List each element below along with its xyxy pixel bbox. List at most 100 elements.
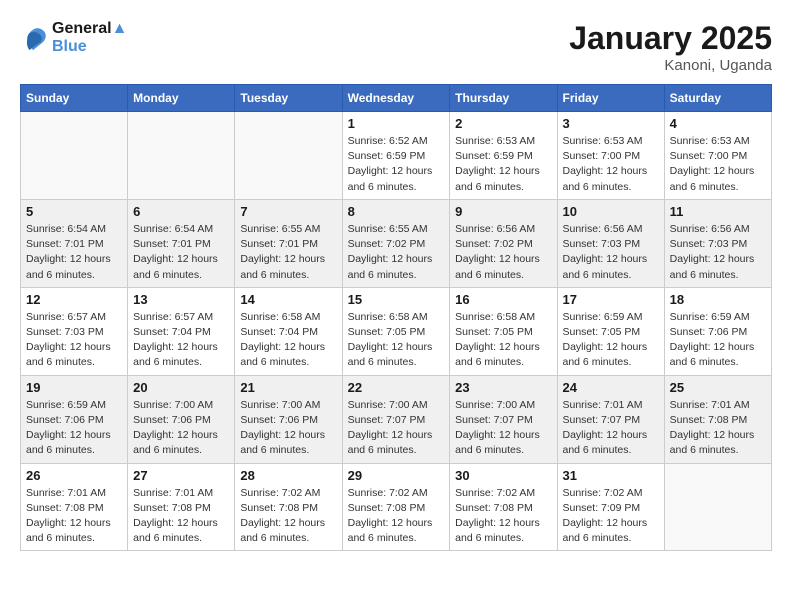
day-number: 26	[26, 468, 122, 483]
day-info: Sunrise: 6:58 AMSunset: 7:04 PMDaylight:…	[240, 310, 336, 371]
day-info: Sunrise: 6:58 AMSunset: 7:05 PMDaylight:…	[455, 310, 551, 371]
calendar-cell: 22Sunrise: 7:00 AMSunset: 7:07 PMDayligh…	[342, 375, 450, 463]
calendar-cell	[664, 463, 771, 551]
day-info: Sunrise: 6:56 AMSunset: 7:03 PMDaylight:…	[670, 222, 766, 283]
day-info: Sunrise: 7:00 AMSunset: 7:06 PMDaylight:…	[133, 398, 229, 459]
weekday-header: Wednesday	[342, 85, 450, 112]
title-block: January 2025 Kanoni, Uganda	[569, 20, 772, 74]
day-info: Sunrise: 7:01 AMSunset: 7:07 PMDaylight:…	[563, 398, 659, 459]
logo-text: General▲ Blue	[52, 20, 127, 56]
day-number: 21	[240, 380, 336, 395]
day-number: 15	[348, 292, 445, 307]
calendar-cell: 7 Sunrise: 6:55 AMSunset: 7:01 PMDaylight…	[235, 199, 342, 287]
calendar-cell: 10 Sunrise: 6:56 AMSunset: 7:03 PMDayligh…	[557, 199, 664, 287]
calendar-cell: 31Sunrise: 7:02 AMSunset: 7:09 PMDayligh…	[557, 463, 664, 551]
location: Kanoni, Uganda	[569, 57, 772, 74]
day-number: 4	[670, 116, 766, 131]
day-number: 18	[670, 292, 766, 307]
calendar-week-row: 26 Sunrise: 7:01 AMSunset: 7:08 PMDayligh…	[21, 463, 772, 551]
day-info: Sunrise: 6:59 AMSunset: 7:06 PMDaylight:…	[26, 398, 122, 459]
calendar-cell	[235, 112, 342, 200]
weekday-header-row: SundayMondayTuesdayWednesdayThursdayFrid…	[21, 85, 772, 112]
calendar-cell: 18 Sunrise: 6:59 AMSunset: 7:06 PMDayligh…	[664, 287, 771, 375]
day-info: Sunrise: 6:54 AMSunset: 7:01 PMDaylight:…	[26, 222, 122, 283]
calendar-cell: 20 Sunrise: 7:00 AMSunset: 7:06 PMDayligh…	[128, 375, 235, 463]
day-info: Sunrise: 6:55 AMSunset: 7:02 PMDaylight:…	[348, 222, 445, 283]
calendar-cell: 23Sunrise: 7:00 AMSunset: 7:07 PMDayligh…	[450, 375, 557, 463]
calendar-week-row: 5Sunrise: 6:54 AMSunset: 7:01 PMDaylight…	[21, 199, 772, 287]
calendar-cell: 12Sunrise: 6:57 AMSunset: 7:03 PMDayligh…	[21, 287, 128, 375]
calendar-cell: 27 Sunrise: 7:01 AMSunset: 7:08 PMDayligh…	[128, 463, 235, 551]
weekday-header: Tuesday	[235, 85, 342, 112]
day-info: Sunrise: 6:55 AMSunset: 7:01 PMDaylight:…	[240, 222, 336, 283]
calendar-week-row: 12Sunrise: 6:57 AMSunset: 7:03 PMDayligh…	[21, 287, 772, 375]
day-info: Sunrise: 7:02 AMSunset: 7:08 PMDaylight:…	[455, 486, 551, 547]
logo: General▲ Blue	[20, 20, 127, 56]
day-info: Sunrise: 6:58 AMSunset: 7:05 PMDaylight:…	[348, 310, 445, 371]
day-number: 12	[26, 292, 122, 307]
month-title: January 2025	[569, 20, 772, 57]
calendar-cell: 2Sunrise: 6:53 AMSunset: 6:59 PMDaylight…	[450, 112, 557, 200]
day-number: 16	[455, 292, 551, 307]
day-info: Sunrise: 7:01 AMSunset: 7:08 PMDaylight:…	[26, 486, 122, 547]
day-number: 1	[348, 116, 445, 131]
day-number: 25	[670, 380, 766, 395]
calendar-cell: 26 Sunrise: 7:01 AMSunset: 7:08 PMDayligh…	[21, 463, 128, 551]
calendar-cell: 5Sunrise: 6:54 AMSunset: 7:01 PMDaylight…	[21, 199, 128, 287]
calendar-cell: 17 Sunrise: 6:59 AMSunset: 7:05 PMDayligh…	[557, 287, 664, 375]
day-number: 28	[240, 468, 336, 483]
weekday-header: Friday	[557, 85, 664, 112]
calendar-cell: 16 Sunrise: 6:58 AMSunset: 7:05 PMDayligh…	[450, 287, 557, 375]
day-info: Sunrise: 7:02 AMSunset: 7:08 PMDaylight:…	[240, 486, 336, 547]
calendar-cell: 15 Sunrise: 6:58 AMSunset: 7:05 PMDayligh…	[342, 287, 450, 375]
day-number: 9	[455, 204, 551, 219]
logo-icon	[20, 24, 48, 52]
day-info: Sunrise: 6:57 AMSunset: 7:04 PMDaylight:…	[133, 310, 229, 371]
day-info: Sunrise: 7:01 AMSunset: 7:08 PMDaylight:…	[133, 486, 229, 547]
calendar-week-row: 1Sunrise: 6:52 AMSunset: 6:59 PMDaylight…	[21, 112, 772, 200]
weekday-header: Sunday	[21, 85, 128, 112]
day-info: Sunrise: 6:56 AMSunset: 7:02 PMDaylight:…	[455, 222, 551, 283]
weekday-header: Saturday	[664, 85, 771, 112]
calendar-cell: 13 Sunrise: 6:57 AMSunset: 7:04 PMDayligh…	[128, 287, 235, 375]
day-number: 29	[348, 468, 445, 483]
day-number: 27	[133, 468, 229, 483]
day-number: 13	[133, 292, 229, 307]
day-info: Sunrise: 6:53 AMSunset: 7:00 PMDaylight:…	[670, 134, 766, 195]
day-number: 31	[563, 468, 659, 483]
calendar-cell: 4 Sunrise: 6:53 AMSunset: 7:00 PMDaylight…	[664, 112, 771, 200]
calendar-cell: 21 Sunrise: 7:00 AMSunset: 7:06 PMDayligh…	[235, 375, 342, 463]
calendar-cell: 6Sunrise: 6:54 AMSunset: 7:01 PMDaylight…	[128, 199, 235, 287]
calendar-cell	[21, 112, 128, 200]
page-header: General▲ Blue January 2025 Kanoni, Ugand…	[20, 20, 772, 74]
day-number: 7	[240, 204, 336, 219]
day-info: Sunrise: 6:56 AMSunset: 7:03 PMDaylight:…	[563, 222, 659, 283]
day-info: Sunrise: 7:00 AMSunset: 7:07 PMDaylight:…	[348, 398, 445, 459]
day-number: 2	[455, 116, 551, 131]
day-info: Sunrise: 7:00 AMSunset: 7:06 PMDaylight:…	[240, 398, 336, 459]
calendar-cell: 14 Sunrise: 6:58 AMSunset: 7:04 PMDayligh…	[235, 287, 342, 375]
day-number: 8	[348, 204, 445, 219]
day-info: Sunrise: 6:59 AMSunset: 7:06 PMDaylight:…	[670, 310, 766, 371]
day-number: 19	[26, 380, 122, 395]
calendar-cell: 28 Sunrise: 7:02 AMSunset: 7:08 PMDayligh…	[235, 463, 342, 551]
day-number: 14	[240, 292, 336, 307]
calendar-cell: 30 Sunrise: 7:02 AMSunset: 7:08 PMDayligh…	[450, 463, 557, 551]
day-number: 20	[133, 380, 229, 395]
calendar-cell	[128, 112, 235, 200]
day-info: Sunrise: 6:59 AMSunset: 7:05 PMDaylight:…	[563, 310, 659, 371]
calendar-cell: 11Sunrise: 6:56 AMSunset: 7:03 PMDayligh…	[664, 199, 771, 287]
calendar-table: SundayMondayTuesdayWednesdayThursdayFrid…	[20, 84, 772, 551]
calendar-cell: 19 Sunrise: 6:59 AMSunset: 7:06 PMDayligh…	[21, 375, 128, 463]
weekday-header: Monday	[128, 85, 235, 112]
calendar-cell: 29Sunrise: 7:02 AMSunset: 7:08 PMDayligh…	[342, 463, 450, 551]
calendar-cell: 8 Sunrise: 6:55 AMSunset: 7:02 PMDaylight…	[342, 199, 450, 287]
day-number: 17	[563, 292, 659, 307]
calendar-cell: 3Sunrise: 6:53 AMSunset: 7:00 PMDaylight…	[557, 112, 664, 200]
day-number: 3	[563, 116, 659, 131]
day-number: 30	[455, 468, 551, 483]
calendar-week-row: 19 Sunrise: 6:59 AMSunset: 7:06 PMDayligh…	[21, 375, 772, 463]
day-number: 10	[563, 204, 659, 219]
day-info: Sunrise: 7:00 AMSunset: 7:07 PMDaylight:…	[455, 398, 551, 459]
day-info: Sunrise: 7:01 AMSunset: 7:08 PMDaylight:…	[670, 398, 766, 459]
